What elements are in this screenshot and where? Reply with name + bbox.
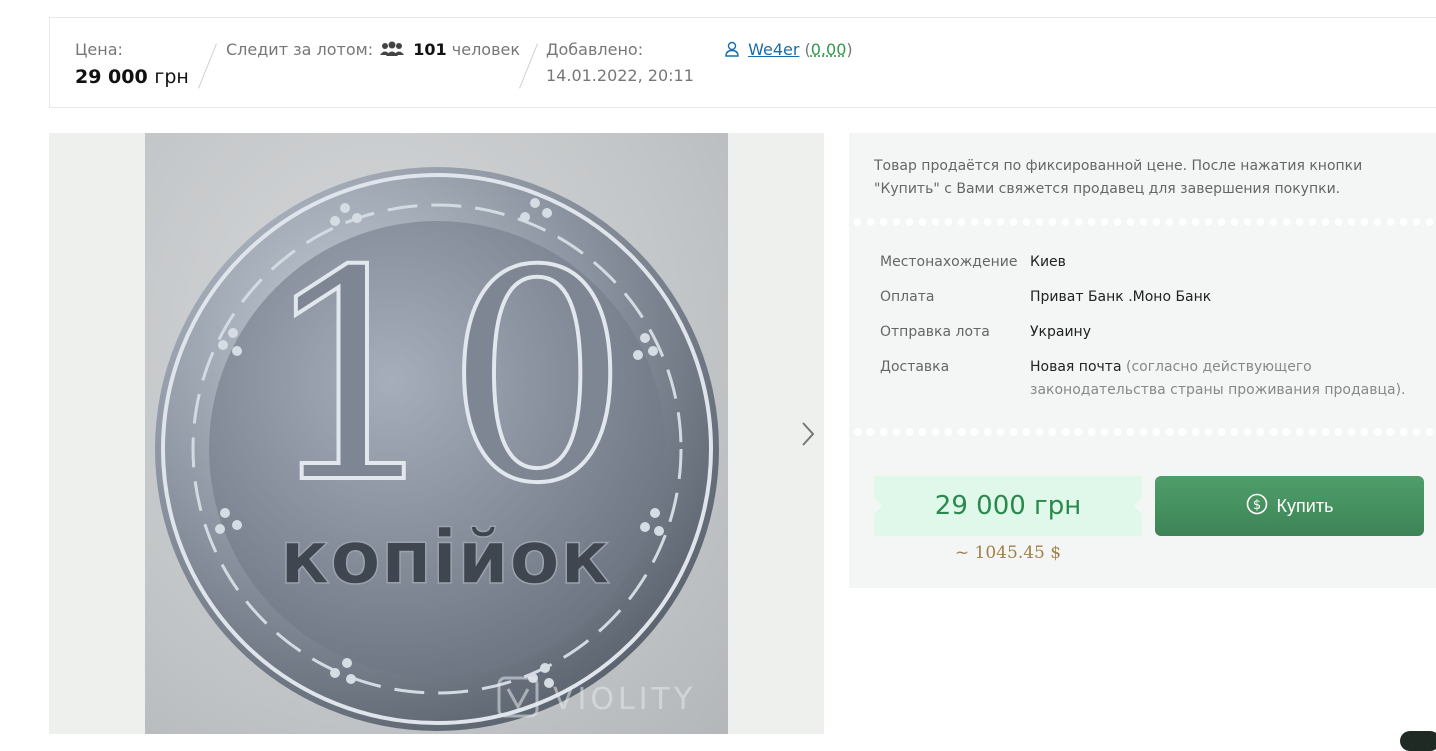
- detail-value-wrapper: Новая почта (согласно действующего закон…: [1030, 356, 1420, 402]
- detail-value: Приват Банк .Моно Банк: [1030, 289, 1212, 305]
- seller-info: We4er (0.00): [725, 40, 853, 62]
- svg-text:$: $: [1252, 498, 1260, 513]
- coin-text: копійок: [280, 515, 610, 601]
- detail-payment: Оплата Приват Банк .Моно Банк: [880, 286, 1420, 309]
- buy-button[interactable]: $ Купить: [1155, 476, 1424, 536]
- price-unit: грн: [154, 66, 189, 88]
- watchers-unit: человек: [451, 40, 521, 59]
- watchers-block: Следит за лотом: 101 человек: [226, 40, 520, 62]
- coin-photo[interactable]: 10 копійок VIOLITY: [145, 133, 728, 734]
- price-amount: 29 000: [75, 66, 148, 88]
- detail-value: Новая почта: [1030, 359, 1122, 375]
- detail-key: Доставка: [880, 359, 950, 375]
- seller-rating-link[interactable]: 0.00: [811, 40, 847, 59]
- user-icon: [725, 41, 739, 62]
- detail-key: Местонахождение: [880, 254, 1018, 270]
- added-date: 14.01.2022, 20:11: [546, 66, 694, 85]
- people-icon: [380, 41, 405, 62]
- price-usd: ~ 1045.45 $: [954, 543, 1062, 563]
- watchers-count: 101: [413, 40, 447, 59]
- seller-block: We4er (0.00): [725, 40, 853, 62]
- coin-number: 10: [260, 210, 629, 547]
- price-label: Цена:: [75, 40, 123, 59]
- chevron-right-icon[interactable]: [797, 419, 819, 449]
- added-block: Добавлено: 14.01.2022, 20:11: [546, 40, 694, 86]
- price-block: Цена: 29 000 грн: [75, 40, 189, 90]
- fixed-price-note: Товар продаётся по фиксированной цене. П…: [874, 158, 1363, 197]
- dollar-circle-icon: $: [1246, 493, 1268, 520]
- seller-name-link[interactable]: We4er: [748, 40, 799, 59]
- seller-rating-wrapper: (0.00): [804, 40, 853, 59]
- detail-location: Местонахождение Киев: [880, 251, 1420, 274]
- buy-button-label: Купить: [1276, 495, 1334, 516]
- lot-info-bar: Цена: 29 000 грн Следит за лотом: 101 че…: [49, 17, 1436, 108]
- divider: [519, 43, 538, 89]
- price-value: 29 000 грн: [75, 64, 189, 90]
- added-label: Добавлено:: [546, 40, 644, 59]
- detail-value: Киев: [1030, 254, 1066, 270]
- detail-key: Оплата: [880, 289, 935, 305]
- lot-gallery: 10 копійок VIOLITY: [49, 133, 824, 734]
- dotted-divider: [849, 427, 1436, 437]
- lot-details: Местонахождение Киев Оплата Приват Банк …: [880, 251, 1420, 414]
- watermark-text: VIOLITY: [553, 682, 696, 717]
- detail-delivery: Доставка Новая почта (согласно действующ…: [880, 356, 1420, 402]
- divider: [198, 43, 217, 89]
- detail-key: Отправка лота: [880, 324, 990, 340]
- detail-value: Украину: [1030, 324, 1091, 340]
- price-ticket: 29 000 грн: [874, 476, 1142, 536]
- dotted-divider: [849, 217, 1436, 227]
- watchers-info: Следит за лотом: 101 человек: [226, 40, 520, 62]
- purchase-panel: Товар продаётся по фиксированной цене. П…: [849, 133, 1436, 588]
- chat-widget[interactable]: [1400, 731, 1436, 751]
- detail-shipping: Отправка лота Украину: [880, 321, 1420, 344]
- watchers-label: Следит за лотом:: [226, 40, 374, 59]
